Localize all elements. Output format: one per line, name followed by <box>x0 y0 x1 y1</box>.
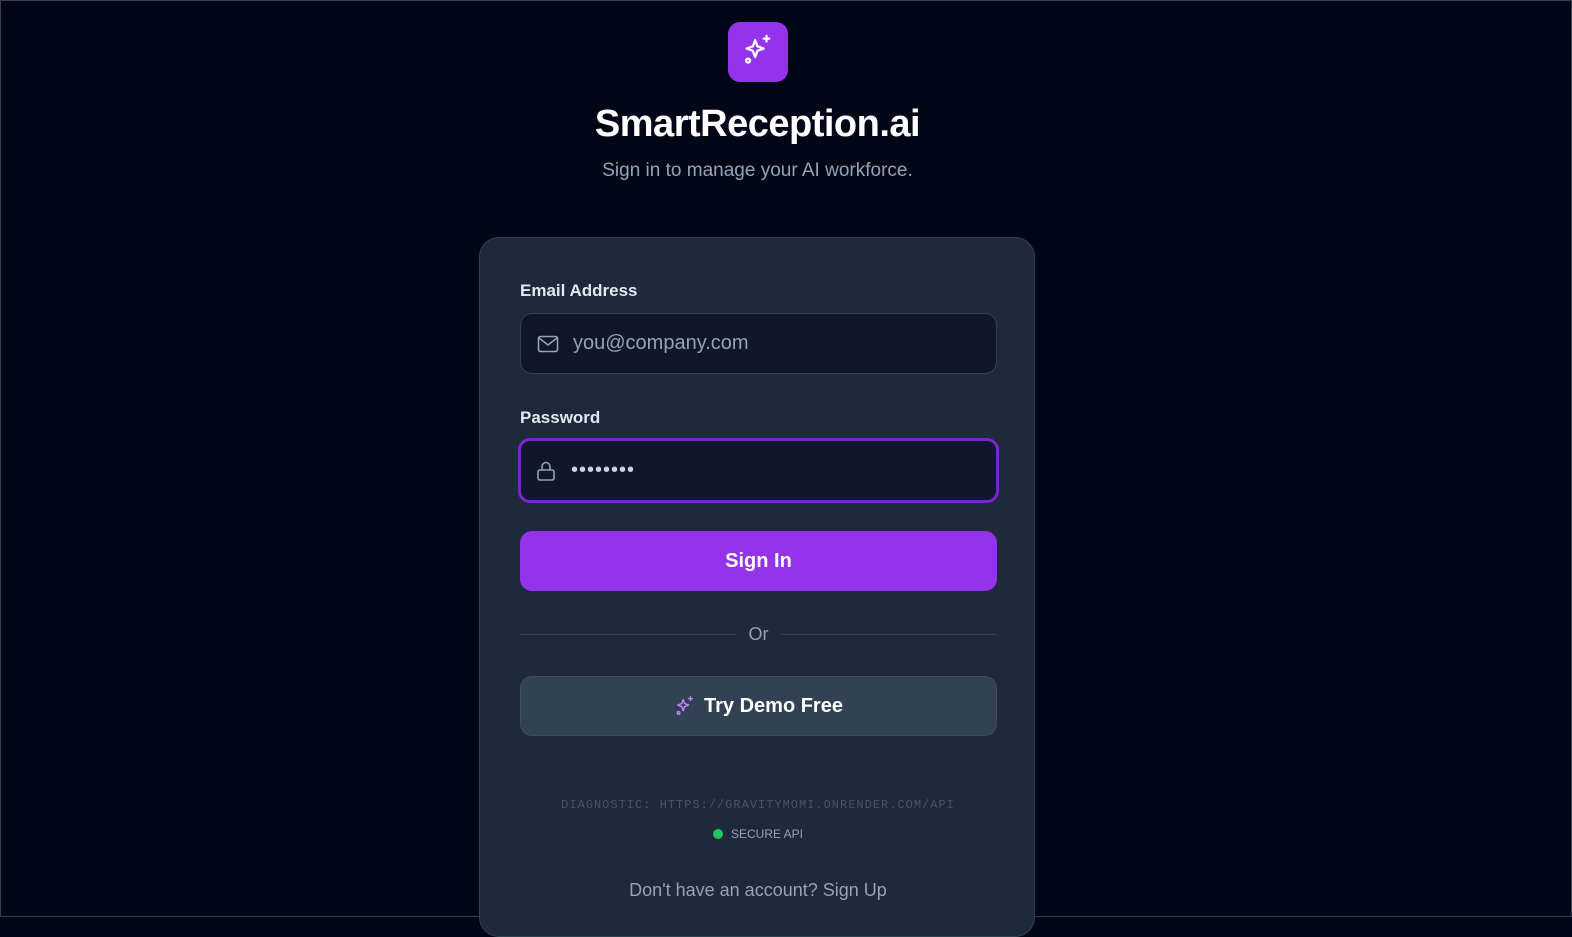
sparkles-icon <box>741 33 775 72</box>
or-divider: Or <box>520 622 997 646</box>
signup-prompt: Don't have an account? <box>629 880 818 900</box>
email-label: Email Address <box>520 281 638 300</box>
try-demo-button[interactable]: Try Demo Free <box>520 676 997 736</box>
api-status: SECURE API <box>480 827 1036 841</box>
email-field-wrapper[interactable] <box>520 313 997 374</box>
sign-in-button[interactable]: Sign In <box>520 531 997 591</box>
divider-line-right <box>780 633 997 635</box>
status-dot-icon <box>712 829 723 839</box>
login-card: Email Address Password Sign In Or <box>479 237 1035 937</box>
lock-icon <box>533 458 559 484</box>
try-demo-label: Try Demo Free <box>704 694 843 717</box>
brand-logo <box>728 22 788 82</box>
sparkles-icon <box>674 695 696 717</box>
diagnostic-text: DIAGNOSTIC: HTTPS://GRAVITYMOMI.ONRENDER… <box>561 798 955 812</box>
api-status-label: SECURE API <box>730 827 804 841</box>
email-input[interactable] <box>571 313 996 374</box>
password-label: Password <box>520 408 601 427</box>
app-title: SmartReception.ai <box>594 103 921 145</box>
divider-text: Or <box>748 623 769 644</box>
password-input[interactable] <box>569 440 996 501</box>
mail-icon <box>535 331 561 357</box>
sign-up-link[interactable]: Sign Up <box>823 880 887 900</box>
divider-line-left <box>520 633 737 635</box>
signup-row: Don't have an account? Sign Up <box>480 880 1036 901</box>
app-subtitle: Sign in to manage your AI workforce. <box>602 160 913 181</box>
password-field-wrapper[interactable] <box>518 438 999 503</box>
